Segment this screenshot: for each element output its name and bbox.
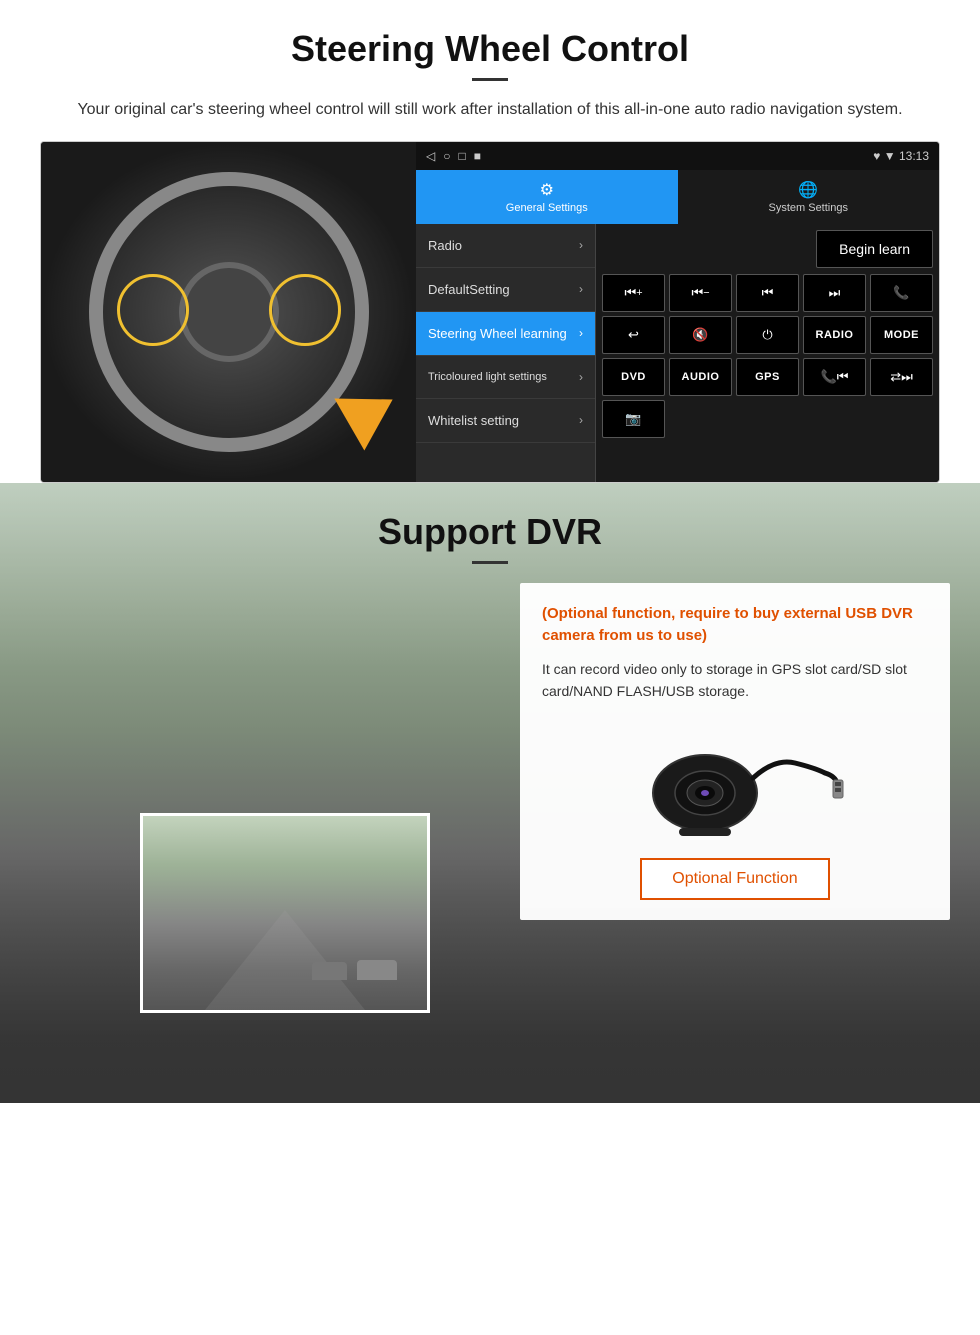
gear-icon: ⚙	[422, 180, 672, 200]
ctrl-cam[interactable]: 📷	[602, 400, 665, 438]
dvr-description: It can record video only to storage in G…	[542, 658, 928, 703]
menu-radio-label: Radio	[428, 238, 462, 253]
ctrl-next[interactable]: ⏭	[803, 274, 866, 312]
menu-item-default-setting[interactable]: DefaultSetting ›	[416, 268, 595, 312]
steering-wheel-center	[179, 262, 279, 362]
menu-steering-label: Steering Wheel learning	[428, 326, 567, 341]
android-ui-panel: ◁ ○ □ ■ ♥ ▼ 13:13 ⚙ General Settings 🌐 S…	[416, 142, 939, 482]
ctrl-back[interactable]: ↩	[602, 316, 665, 354]
ctrl-radio[interactable]: RADIO	[803, 316, 866, 354]
menu-item-whitelist[interactable]: Whitelist setting ›	[416, 399, 595, 443]
dvr-thumbnail	[140, 813, 430, 1013]
menu-default-label: DefaultSetting	[428, 282, 510, 297]
dvr-camera-illustration	[625, 718, 845, 838]
ctrl-phone[interactable]: 📞	[870, 274, 933, 312]
recents-icon: □	[458, 149, 465, 163]
ctrl-prev[interactable]: ⏮	[736, 274, 799, 312]
tab-general-label: General Settings	[506, 202, 588, 214]
dvr-info-card: (Optional function, require to buy exter…	[520, 583, 950, 921]
tab-system-settings[interactable]: 🌐 System Settings	[678, 170, 940, 224]
ctrl-power[interactable]: ⏻	[736, 316, 799, 354]
highlight-circle-left	[117, 274, 189, 346]
ctrl-dvd[interactable]: DVD	[602, 358, 665, 396]
menu-item-tricoloured[interactable]: Tricoloured light settings ›	[416, 356, 595, 399]
tab-system-label: System Settings	[769, 202, 848, 214]
optional-function-button[interactable]: Optional Function	[640, 858, 829, 900]
dvr-title-area: Support DVR	[0, 483, 980, 574]
dvr-section: Support DVR (Optional function, require …	[0, 483, 980, 1103]
android-buttons-panel: Begin learn ⏮+ ⏮− ⏮ ⏭ 📞 ↩ 🔇 ⏻ RADIO	[596, 224, 939, 482]
dvr-background: Support DVR (Optional function, require …	[0, 483, 980, 1103]
control-button-grid: ⏮+ ⏮− ⏮ ⏭ 📞 ↩ 🔇 ⏻ RADIO MODE DVD AUDIO	[602, 274, 933, 438]
ctrl-vol-minus[interactable]: ⏮−	[669, 274, 732, 312]
menu-item-steering-learning[interactable]: Steering Wheel learning ›	[416, 312, 595, 356]
ctrl-mode[interactable]: MODE	[870, 316, 933, 354]
begin-learn-row: Begin learn	[602, 230, 933, 268]
menu-icon: ■	[474, 149, 481, 163]
chevron-icon: ›	[579, 282, 583, 296]
steering-wheel-image	[41, 142, 416, 482]
menu-whitelist-label: Whitelist setting	[428, 413, 519, 428]
tab-general-settings[interactable]: ⚙ General Settings	[416, 170, 678, 224]
ctrl-vol-plus[interactable]: ⏮+	[602, 274, 665, 312]
begin-learn-button[interactable]: Begin learn	[816, 230, 933, 268]
globe-icon: 🌐	[684, 180, 934, 200]
android-panel: ◁ ○ □ ■ ♥ ▼ 13:13 ⚙ General Settings 🌐 S…	[40, 141, 940, 483]
steering-wheel-section: Steering Wheel Control Your original car…	[0, 0, 980, 483]
ctrl-phone-prev[interactable]: 📞⏮	[803, 358, 866, 396]
android-statusbar: ◁ ○ □ ■ ♥ ▼ 13:13	[416, 142, 939, 170]
statusbar-icons: ◁ ○ □ ■	[426, 149, 481, 163]
ctrl-mute[interactable]: 🔇	[669, 316, 732, 354]
title-divider	[472, 78, 508, 81]
steering-wheel-graphic	[89, 172, 369, 452]
ctrl-gps[interactable]: GPS	[736, 358, 799, 396]
home-icon: ○	[443, 149, 450, 163]
android-menu: Radio › DefaultSetting › Steering Wheel …	[416, 224, 596, 482]
dvr-title-divider	[472, 561, 508, 564]
chevron-icon: ›	[579, 326, 583, 340]
steering-description: Your original car's steering wheel contr…	[60, 97, 920, 123]
menu-tricoloured-label: Tricoloured light settings	[428, 370, 547, 384]
ctrl-shuffle-next[interactable]: ⇄⏭	[870, 358, 933, 396]
highlight-circle-right	[269, 274, 341, 346]
menu-item-radio[interactable]: Radio ›	[416, 224, 595, 268]
dvr-title: Support DVR	[0, 511, 980, 553]
android-content: Radio › DefaultSetting › Steering Wheel …	[416, 224, 939, 482]
page-title: Steering Wheel Control	[40, 28, 940, 70]
back-icon: ◁	[426, 149, 435, 163]
dvr-optional-text: (Optional function, require to buy exter…	[542, 603, 928, 648]
statusbar-time: ♥ ▼ 13:13	[873, 149, 929, 163]
chevron-icon: ›	[579, 238, 583, 252]
chevron-icon: ›	[579, 370, 583, 384]
android-tabs: ⚙ General Settings 🌐 System Settings	[416, 170, 939, 224]
ctrl-audio[interactable]: AUDIO	[669, 358, 732, 396]
chevron-icon: ›	[579, 413, 583, 427]
